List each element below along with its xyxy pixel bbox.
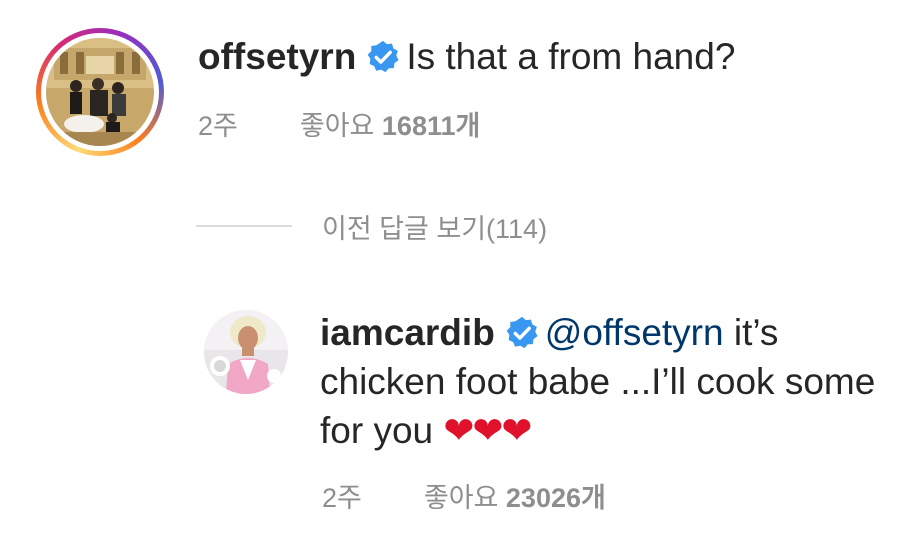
likes-count: 23026개 [505, 483, 606, 513]
avatar-gap [41, 33, 159, 151]
verified-badge-icon [368, 40, 399, 73]
comment-line: offsetyrn Is that a from hand? [198, 34, 735, 80]
avatar-iamcardib[interactable] [204, 310, 288, 394]
divider-line [196, 225, 292, 227]
reply-text-block: iamcardib @offsetyrn it’s chicken foot ba… [320, 308, 900, 455]
avatar-offsetyrn [46, 38, 154, 146]
comment-time: 2주 [198, 111, 238, 141]
mention-link[interactable]: @offsetyrn [545, 312, 724, 353]
comment-text: Is that a from hand? [406, 36, 736, 77]
username-offsetyrn[interactable]: offsetyrn [198, 36, 356, 77]
comment-meta: 2주 좋아요 16811개 [198, 104, 480, 143]
likes-label: 좋아요 [423, 483, 499, 513]
reply-time: 2주 [322, 483, 362, 513]
verified-badge-icon [506, 316, 538, 349]
heart-emoji-icon: ❤❤❤ [443, 410, 532, 451]
likes-label: 좋아요 [299, 111, 375, 141]
reply-likes[interactable]: 좋아요 23026개 [424, 483, 606, 513]
view-previous-replies-label: 이전 답글 보기(114) [322, 213, 548, 244]
view-previous-replies-button[interactable]: 이전 답글 보기(114) [196, 206, 547, 246]
username-iamcardib[interactable]: iamcardib [320, 312, 495, 353]
comment-likes[interactable]: 좋아요 16811개 [300, 111, 480, 141]
reply-meta: 2주 좋아요 23026개 [322, 476, 606, 515]
likes-count: 16811개 [381, 111, 481, 141]
story-ring-avatar[interactable] [36, 28, 164, 156]
